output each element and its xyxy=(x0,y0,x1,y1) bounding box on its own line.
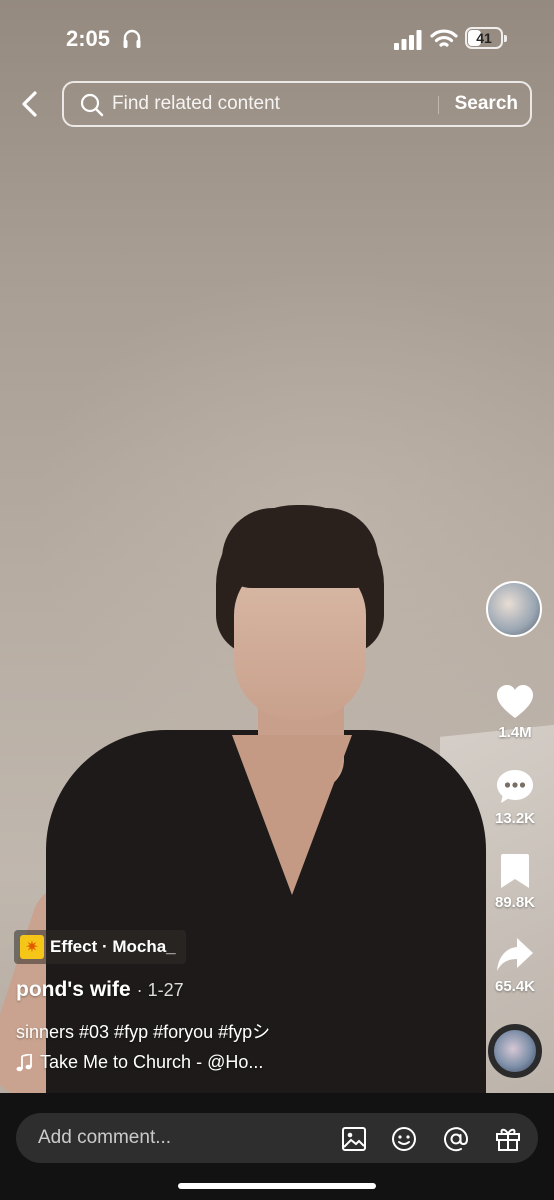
battery-level: 41 xyxy=(476,30,492,46)
person-fringe xyxy=(222,508,378,588)
creator-avatar[interactable] xyxy=(486,581,542,637)
like-count: 1.4M xyxy=(498,724,532,741)
comment-count: 13.2K xyxy=(494,810,536,827)
comment-box[interactable]: Add comment... xyxy=(16,1113,538,1163)
music-row[interactable]: Take Me to Church - @Ho... xyxy=(16,1052,263,1073)
like-button[interactable]: 1.4M xyxy=(484,684,546,741)
share-arrow-icon xyxy=(497,938,533,971)
search-button[interactable]: Search xyxy=(455,83,518,125)
at-icon[interactable] xyxy=(442,1125,470,1153)
emoji-icon[interactable] xyxy=(390,1125,418,1153)
image-icon[interactable] xyxy=(340,1125,368,1153)
search-divider xyxy=(438,96,439,114)
author-name[interactable]: pond's wife xyxy=(16,978,131,1001)
battery-cap xyxy=(504,35,507,42)
music-note-icon xyxy=(16,1053,32,1071)
status-time: 2:05 xyxy=(66,26,111,51)
status-bar: 2:05 41 xyxy=(0,22,554,56)
comment-button[interactable]: 13.2K xyxy=(484,768,546,827)
post-caption[interactable]: sinners #03 #fyp #foryou #fypシ xyxy=(16,1018,270,1044)
headphones-icon xyxy=(123,29,141,48)
effect-tag[interactable]: ✷ Effect · Mocha_ xyxy=(14,930,186,964)
gift-icon[interactable] xyxy=(494,1125,522,1153)
author-row: pond's wife · 1-27 xyxy=(16,978,184,1002)
heart-icon xyxy=(497,685,533,718)
post-date: · 1-27 xyxy=(136,980,184,1000)
battery-indicator: 41 xyxy=(465,27,507,49)
share-count: 65.4K xyxy=(494,978,536,995)
cellular-signal-icon xyxy=(394,30,422,50)
bottom-bar: Add comment... xyxy=(0,1093,554,1200)
search-bar[interactable]: Find related content Search xyxy=(62,81,532,127)
music-disc[interactable] xyxy=(488,1024,542,1078)
person-chest xyxy=(232,735,352,895)
search-icon xyxy=(80,93,104,117)
chat-bubble-icon xyxy=(497,770,533,803)
search-input[interactable]: Find related content xyxy=(112,83,432,125)
music-title: Take Me to Church - @Ho... xyxy=(40,1052,264,1072)
home-indicator[interactable] xyxy=(178,1183,376,1189)
chevron-left-icon[interactable] xyxy=(16,88,44,120)
save-count: 89.8K xyxy=(494,894,536,911)
wifi-icon xyxy=(430,29,458,47)
comment-input[interactable]: Add comment... xyxy=(38,1113,171,1163)
save-button[interactable]: 89.8K xyxy=(484,852,546,911)
effect-label: Effect · Mocha_ xyxy=(50,937,176,956)
effect-sparkle-icon: ✷ xyxy=(20,935,44,959)
share-button[interactable]: 65.4K xyxy=(484,936,546,995)
bookmark-icon xyxy=(501,854,529,888)
